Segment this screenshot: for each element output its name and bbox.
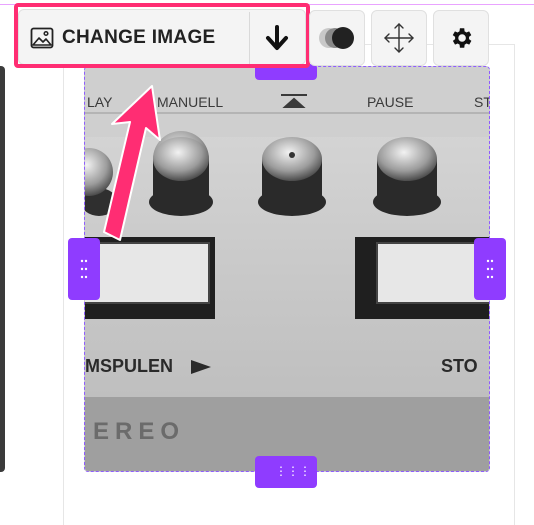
resize-handle-right[interactable] bbox=[474, 238, 506, 300]
move-icon bbox=[384, 23, 414, 53]
label-manuell: MANUELL bbox=[157, 94, 223, 110]
image-block[interactable]: LAY MANUELL PAUSE ST MSPULEN STO EREO bbox=[84, 66, 490, 472]
move-button[interactable] bbox=[371, 10, 427, 66]
resize-handle-bottom[interactable]: ⋮⋮⋮ bbox=[255, 456, 317, 488]
grip-dots-icon bbox=[486, 259, 494, 279]
label-st: ST bbox=[474, 94, 490, 110]
label-sto: STO bbox=[441, 356, 478, 376]
label-mspulen: MSPULEN bbox=[85, 356, 173, 376]
resize-handle-left[interactable] bbox=[68, 238, 100, 300]
grip-dots-icon: ⋮⋮⋮ bbox=[275, 464, 311, 478]
gear-icon bbox=[452, 28, 472, 48]
toggle-style-button[interactable] bbox=[309, 10, 365, 66]
toggle-icon bbox=[319, 27, 354, 49]
annotation-highlight-box bbox=[14, 3, 310, 68]
label-ereo: EREO bbox=[93, 418, 185, 445]
label-lay: LAY bbox=[87, 94, 113, 110]
settings-button[interactable] bbox=[433, 10, 489, 66]
label-pause: PAUSE bbox=[367, 94, 413, 110]
cassette-deck-photo: LAY MANUELL PAUSE ST MSPULEN STO EREO bbox=[85, 67, 490, 471]
grip-dots-icon bbox=[80, 259, 88, 279]
left-edge-bar bbox=[0, 66, 5, 472]
